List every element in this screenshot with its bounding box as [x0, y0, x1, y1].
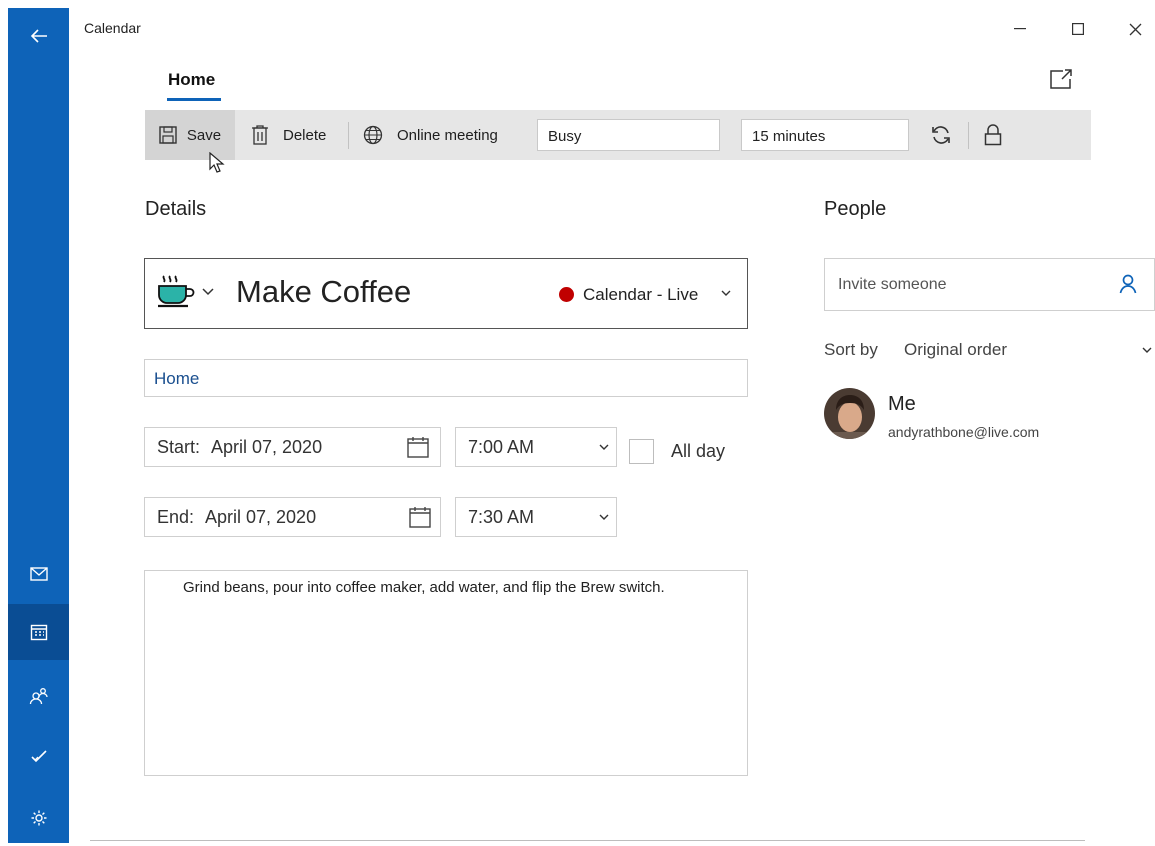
details-heading: Details — [145, 198, 207, 220]
calendar-button[interactable] — [8, 604, 69, 660]
end-time-dropdown[interactable]: 7:30 AM — [455, 497, 617, 537]
private-button[interactable] — [977, 110, 1009, 160]
invite-input[interactable]: Invite someone — [824, 258, 1155, 311]
chevron-down-icon — [1142, 347, 1152, 353]
start-label: Start: — [157, 437, 201, 457]
window-title: Calendar — [84, 20, 141, 36]
back-arrow-icon — [30, 29, 47, 43]
repeat-button[interactable] — [923, 110, 959, 160]
popout-button[interactable] — [1046, 64, 1076, 94]
show-as-dropdown[interactable]: Busy — [537, 119, 720, 151]
show-as-value: Busy — [548, 128, 582, 145]
end-label: End: — [157, 507, 195, 527]
event-emoji-picker[interactable] — [156, 274, 214, 310]
start-time-dropdown[interactable]: 7:00 AM — [455, 427, 617, 467]
tab-active-indicator — [167, 98, 221, 101]
reminder-value: 15 minutes — [752, 128, 826, 145]
save-label: Save — [186, 126, 222, 144]
maximize-button[interactable] — [1058, 12, 1098, 46]
lock-icon — [984, 124, 1002, 146]
description-textarea[interactable]: Grind beans, pour into coffee maker, add… — [144, 570, 748, 776]
back-button[interactable] — [8, 8, 69, 64]
event-title-input[interactable]: Make Coffee — [236, 274, 411, 310]
end-date-field[interactable]: End: April 07, 2020 — [144, 497, 441, 537]
people-heading: People — [824, 198, 887, 220]
toolbar: Save Delete Online meeting Busy 15 minut… — [145, 110, 1091, 160]
location-value: Home — [154, 369, 200, 388]
start-date-field[interactable]: Start: April 07, 2020 — [144, 427, 441, 467]
invite-placeholder: Invite someone — [838, 276, 947, 293]
all-day-label: All day — [671, 441, 726, 461]
online-meeting-button[interactable]: Online meeting — [363, 110, 498, 160]
maximize-icon — [1072, 23, 1084, 35]
end-date-value: April 07, 2020 — [205, 507, 317, 527]
tab-home[interactable]: Home — [168, 70, 215, 90]
popout-icon — [1050, 69, 1072, 89]
all-day-checkbox[interactable] — [629, 439, 654, 464]
sort-by-label: Sort by — [824, 340, 878, 359]
delete-label: Delete — [283, 126, 327, 144]
mouse-cursor-icon — [209, 152, 225, 173]
todo-button[interactable] — [8, 728, 69, 784]
people-icon — [29, 688, 48, 705]
sort-order-value: Original order — [904, 340, 1007, 359]
bottom-divider — [90, 840, 1085, 841]
save-icon — [159, 126, 177, 144]
attendee-item[interactable]: Me andyrathbone@live.com — [824, 386, 1154, 446]
delete-icon — [252, 125, 268, 145]
location-field[interactable]: Home — [144, 359, 748, 397]
start-date-value: April 07, 2020 — [211, 437, 323, 457]
start-time-value: 7:00 AM — [468, 437, 535, 457]
chevron-down-icon — [721, 290, 731, 296]
people-button[interactable] — [8, 668, 69, 724]
online-meeting-label: Online meeting — [397, 126, 498, 144]
calendar-icon — [30, 624, 47, 641]
repeat-icon — [932, 126, 950, 144]
coffee-cup-icon — [158, 275, 195, 308]
description-text: Grind beans, pour into coffee maker, add… — [183, 579, 665, 596]
attendee-email: andyrathbone@live.com — [888, 424, 1040, 440]
chevron-down-icon — [599, 444, 609, 450]
mail-icon — [29, 567, 48, 581]
minimize-icon — [1014, 28, 1026, 30]
reminder-dropdown[interactable]: 15 minutes — [741, 119, 909, 151]
calendar-picker[interactable]: Calendar - Live — [583, 285, 698, 305]
online-meeting-icon — [363, 125, 383, 145]
todo-icon — [30, 750, 47, 763]
settings-button[interactable] — [8, 790, 69, 846]
close-icon — [1129, 23, 1141, 35]
calendar-picker-icon — [407, 437, 429, 458]
attendee-name: Me — [888, 393, 916, 415]
minimize-button[interactable] — [1000, 12, 1040, 46]
nav-rail — [8, 8, 69, 843]
settings-icon — [31, 810, 46, 826]
calendar-color-dot — [559, 287, 574, 302]
delete-button[interactable]: Delete — [251, 110, 326, 160]
avatar — [824, 388, 875, 439]
toolbar-separator — [968, 122, 969, 149]
mail-button[interactable] — [8, 546, 69, 602]
end-time-value: 7:30 AM — [468, 507, 535, 527]
sort-order-dropdown[interactable]: Original order — [904, 340, 1154, 364]
chevron-down-icon — [202, 288, 214, 296]
contact-icon[interactable] — [1119, 274, 1137, 294]
close-button[interactable] — [1115, 12, 1155, 46]
calendar-picker-icon — [409, 507, 431, 528]
chevron-down-icon — [599, 514, 609, 520]
calendar-name: Calendar - Live — [583, 285, 699, 304]
toolbar-separator — [348, 122, 349, 149]
